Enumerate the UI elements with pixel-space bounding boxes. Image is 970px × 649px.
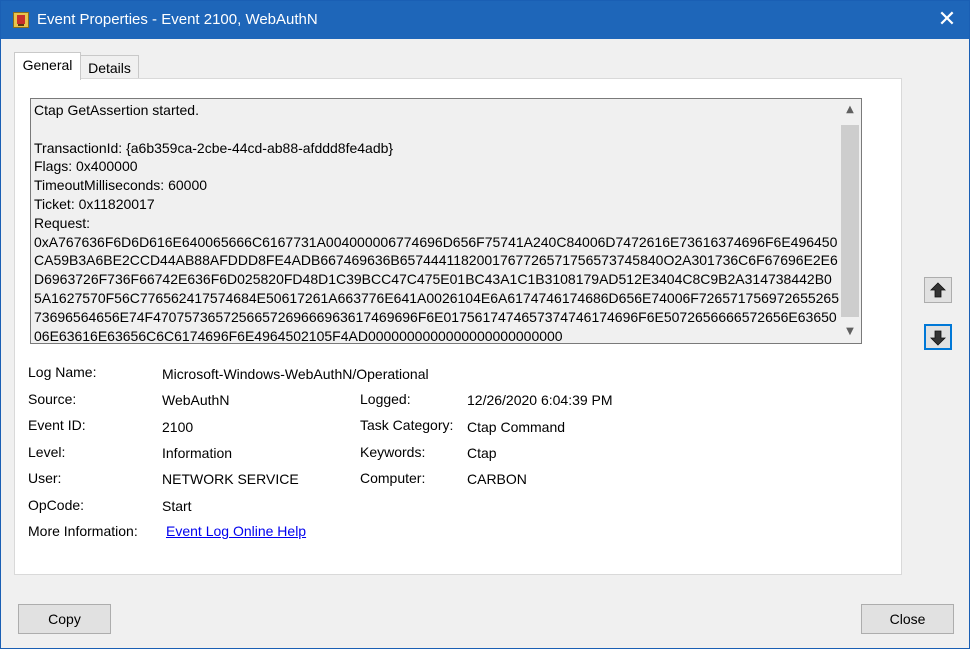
event-description-text: Ctap GetAssertion started. TransactionId… (34, 102, 839, 344)
close-window-button[interactable]: ✕ (931, 5, 963, 35)
next-event-button[interactable] (924, 324, 952, 350)
computer-label: Computer: (360, 470, 426, 486)
tab-general[interactable]: General (14, 52, 81, 80)
user-label: User: (28, 470, 62, 486)
event-id-value: 2100 (162, 419, 194, 435)
scroll-down-icon[interactable]: ▼ (839, 321, 861, 343)
arrow-up-icon (930, 282, 946, 298)
logged-label: Logged: (360, 391, 411, 407)
event-properties-window: Event Properties - Event 2100, WebAuthN … (0, 0, 970, 649)
logged-value: 12/26/2020 6:04:39 PM (467, 392, 613, 408)
arrow-down-icon (930, 330, 946, 346)
task-category-value: Ctap Command (467, 419, 566, 435)
tab-details[interactable]: Details (80, 55, 139, 79)
log-name-label: Log Name: (28, 364, 97, 380)
scroll-up-icon[interactable]: ▲ (839, 99, 861, 121)
window-title: Event Properties - Event 2100, WebAuthN (37, 11, 318, 28)
scroll-thumb[interactable] (841, 125, 859, 317)
opcode-label: OpCode: (28, 497, 85, 513)
keywords-label: Keywords: (360, 444, 426, 460)
computer-value: CARBON (467, 471, 527, 487)
level-value: Information (162, 445, 233, 461)
previous-event-button[interactable] (924, 277, 952, 303)
copy-button[interactable]: Copy (18, 604, 111, 634)
opcode-value: Start (162, 498, 192, 514)
user-value: NETWORK SERVICE (162, 471, 299, 487)
event-description-textbox[interactable]: Ctap GetAssertion started. TransactionId… (30, 98, 862, 344)
event-viewer-icon (13, 12, 29, 28)
more-information-label: More Information: (28, 523, 138, 539)
log-name-value: Microsoft-Windows-WebAuthN/Operational (162, 366, 429, 382)
keywords-value: Ctap (467, 445, 497, 461)
source-label: Source: (28, 391, 77, 407)
close-button[interactable]: Close (861, 604, 954, 634)
event-id-label: Event ID: (28, 417, 86, 433)
vertical-scrollbar[interactable]: ▲ ▼ (839, 99, 861, 343)
event-log-online-help-link[interactable]: Event Log Online Help (166, 523, 306, 539)
title-bar[interactable]: Event Properties - Event 2100, WebAuthN … (1, 1, 969, 39)
task-category-label: Task Category: (360, 417, 454, 433)
source-value: WebAuthN (162, 392, 230, 408)
level-label: Level: (28, 444, 66, 460)
